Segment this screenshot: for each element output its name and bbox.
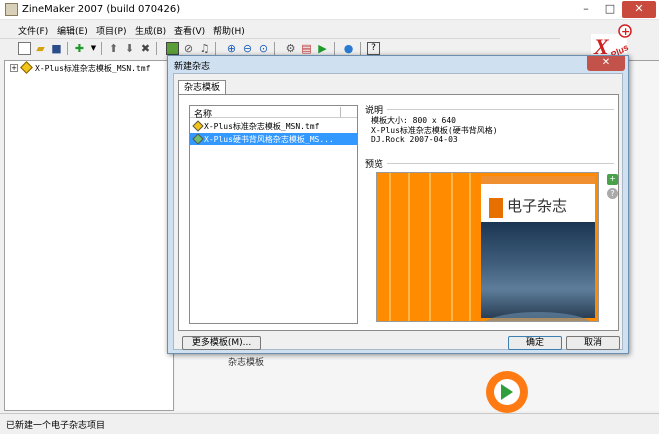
preview-title: 电子杂志 [507,197,568,215]
cancel-button[interactable]: 取消 [566,336,620,350]
template-author-text: DJ.Rock 2007-04-03 [371,135,458,144]
toolbar-separator [334,42,335,55]
tab-template[interactable]: 杂志模板 [178,80,226,95]
preview-stripe [389,173,391,321]
menu-help[interactable]: 帮助(H) [213,24,245,37]
template-preview-image: 电子杂志 [376,172,599,322]
svg-text:+: + [621,25,630,38]
menu-file[interactable]: 文件(F) [18,24,48,37]
more-templates-button[interactable]: 更多模板(M)... [182,336,261,350]
disc-icon[interactable]: ⊘ [182,42,195,55]
move-down-icon[interactable]: ⬇ [123,42,136,55]
page-settings-icon[interactable] [166,42,179,55]
window-title: ZineMaker 2007 (build 070426) [22,4,181,15]
preview-stripe [469,173,471,321]
open-folder-icon[interactable]: ▰ [34,42,47,55]
preview-caption: 预览 [365,160,384,170]
template-label: X-Plus硬书背风格杂志模板_MS... [204,135,334,144]
ok-button[interactable]: 确定 [508,336,562,350]
divider [387,109,614,110]
preview-cover-photo [481,222,595,321]
project-tree[interactable]: + X-Plus标准杂志模板_MSN.tmf [4,60,174,411]
watermark-logo [486,371,528,413]
template-list[interactable]: 名称 X-Plus标准杂志模板_MSN.tmf X-Plus硬书背风格杂志模板_… [189,105,358,324]
new-file-icon[interactable] [18,42,31,55]
menu-project[interactable]: 项目(P) [96,24,126,37]
zoom-out-icon[interactable]: ⊖ [241,42,254,55]
menu-build[interactable]: 生成(B) [135,24,166,37]
zoom-in-icon[interactable]: ⊕ [225,42,238,55]
maximize-button[interactable]: □ [599,1,621,18]
add-icon[interactable]: ✚ [73,42,86,55]
menu-view[interactable]: 查看(V) [174,24,205,37]
preview-stripe [451,173,453,321]
column-divider[interactable] [340,107,341,117]
preview-stripe [429,173,431,321]
toolbar-separator [101,42,102,55]
list-header[interactable]: 名称 [190,106,357,120]
tab-panel: 名称 X-Plus标准杂志模板_MSN.tmf X-Plus硬书背风格杂志模板_… [178,94,619,331]
dialog-title-bar: 新建杂志 ✕ [168,56,628,72]
column-header-name[interactable]: 名称 [194,107,212,120]
toolbar-separator [67,42,68,55]
template-diamond-icon [20,61,33,74]
toolbar-separator [215,42,216,55]
export-icon[interactable]: ▤ [300,42,313,55]
menu-edit[interactable]: 编辑(E) [57,24,88,37]
help-icon[interactable]: ? [367,42,380,55]
toolbar-separator [360,42,361,55]
play-icon[interactable]: ▶ [316,42,329,55]
dialog-title: 新建杂志 [174,62,211,72]
menu-bar: 文件(F) 编辑(E) 项目(P) 生成(B) 查看(V) 帮助(H) [0,21,560,38]
minimize-button[interactable]: – [575,1,597,18]
dialog-close-button[interactable]: ✕ [587,56,625,71]
preview-top-bar [481,176,595,184]
new-magazine-dialog: 新建杂志 ✕ 杂志模板 名称 X-Plus标准杂志模板_MSN.tmf X-Pl… [167,55,629,354]
title-bar: ZineMaker 2007 (build 070426) – □ ✕ [0,0,659,20]
import-template-icon[interactable]: + [607,174,618,185]
save-icon[interactable]: ■ [50,42,63,55]
template-label: X-Plus标准杂志模板_MSN.tmf [204,122,320,131]
template-row[interactable]: X-Plus标准杂志模板_MSN.tmf [190,120,357,132]
delete-icon[interactable]: ✖ [139,42,152,55]
status-bar: 已新建一个电子杂志项目 [0,413,659,434]
toolbar-separator [156,42,157,55]
template-diamond-icon [192,120,204,132]
template-diamond-icon [192,133,204,145]
globe-icon[interactable]: ● [342,42,355,55]
preview-brand-mark [489,198,503,218]
dropdown-arrow-icon[interactable]: ▼ [87,42,100,55]
app-icon [5,3,18,16]
preview-wave [481,312,595,321]
help-icon[interactable]: ? [607,188,618,199]
close-button[interactable]: ✕ [622,1,656,18]
music-icon[interactable]: ♫ [198,42,211,55]
preview-left-page [377,173,476,321]
status-text: 已新建一个电子杂志项目 [6,421,106,431]
tree-item-label[interactable]: X-Plus标准杂志模板_MSN.tmf [35,63,150,74]
move-up-icon[interactable]: ⬆ [107,42,120,55]
build-icon[interactable]: ⚙ [284,42,297,55]
preview-cover-page: 电子杂志 [481,176,595,321]
toolbar-separator [274,42,275,55]
background-tab-label[interactable]: 杂志模板 [228,355,264,368]
divider [387,163,614,164]
template-row-selected[interactable]: X-Plus硬书背风格杂志模板_MS... [190,133,357,145]
dialog-body: 杂志模板 名称 X-Plus标准杂志模板_MSN.tmf X-Plus硬书背风格… [173,73,623,350]
preview-stripe [408,173,410,321]
zoom-fit-icon[interactable]: ⊙ [257,42,270,55]
tree-expand-toggle[interactable]: + [10,64,18,72]
